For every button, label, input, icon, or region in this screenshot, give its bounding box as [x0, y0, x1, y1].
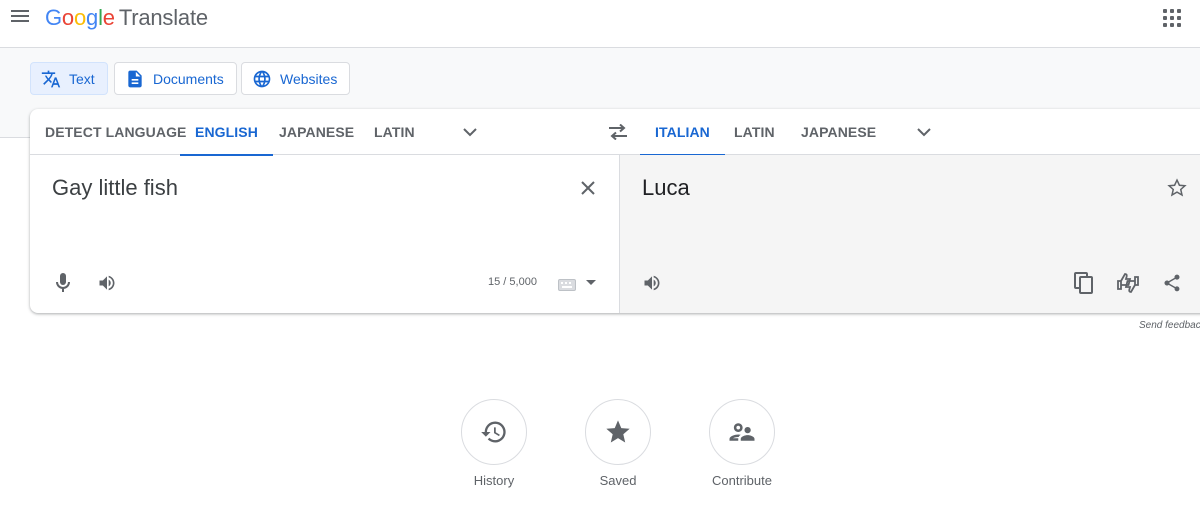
- input-tools-chevron-down-icon[interactable]: [579, 271, 603, 295]
- source-text-input[interactable]: Gay little fish: [52, 175, 178, 201]
- text-mode-button[interactable]: Text: [30, 62, 108, 95]
- copy-translation-icon[interactable]: [1072, 271, 1096, 295]
- text-mode-label: Text: [69, 70, 95, 87]
- websites-mode-button[interactable]: Websites: [241, 62, 351, 95]
- saved-button[interactable]: Saved: [568, 399, 668, 488]
- source-listen-speaker-icon[interactable]: [95, 271, 119, 295]
- tab-target-italian[interactable]: ITALIAN: [640, 109, 725, 156]
- logo-letter: o: [61, 5, 74, 30]
- keyboard-icon[interactable]: [555, 273, 579, 297]
- contribute-circle[interactable]: [709, 399, 775, 465]
- translation-output: Luca: [642, 175, 690, 200]
- character-count: 15 / 5,000: [488, 276, 537, 288]
- tab-target-japanese[interactable]: JAPANESE: [786, 109, 891, 155]
- logo-letter: G: [45, 5, 62, 30]
- star-icon: [606, 420, 630, 443]
- documents-mode-label: Documents: [153, 70, 224, 87]
- swap-languages-icon[interactable]: [606, 120, 630, 144]
- menu-icon[interactable]: [8, 4, 32, 28]
- tab-source-japanese[interactable]: JAPANESE: [264, 109, 369, 155]
- tab-target-latin[interactable]: LATIN: [719, 109, 790, 155]
- translation-card: DETECT LANGUAGE ENGLISH JAPANESE LATIN I…: [30, 109, 1200, 313]
- rate-translation-feedback-icon[interactable]: [1116, 271, 1140, 295]
- saved-circle[interactable]: [585, 399, 651, 465]
- history-icon: [481, 421, 506, 443]
- documents-mode-button[interactable]: Documents: [114, 62, 237, 95]
- save-translation-star-icon[interactable]: [1165, 176, 1189, 200]
- history-circle[interactable]: [461, 399, 527, 465]
- contribute-label: Contribute: [712, 473, 772, 488]
- microphone-icon[interactable]: [51, 271, 75, 295]
- globe-icon: [253, 70, 271, 87]
- people-icon: [729, 423, 755, 441]
- tab-source-english[interactable]: ENGLISH: [180, 109, 273, 156]
- translate-icon: [41, 70, 61, 87]
- saved-label: Saved: [599, 473, 637, 488]
- logo-letter: g: [86, 5, 99, 30]
- top-bar: Google Translate: [0, 0, 1200, 48]
- document-icon: [128, 70, 142, 87]
- target-listen-speaker-icon[interactable]: [640, 271, 664, 295]
- logo-letter: o: [73, 5, 87, 30]
- share-icon[interactable]: [1160, 271, 1184, 295]
- apps-grid-icon[interactable]: [1160, 6, 1184, 30]
- tab-detect-language[interactable]: DETECT LANGUAGE: [30, 109, 202, 155]
- product-name: Translate: [118, 5, 208, 30]
- target-more-languages-chevron-down-icon[interactable]: [912, 120, 936, 144]
- history-button[interactable]: History: [444, 399, 544, 488]
- contribute-button[interactable]: Contribute: [692, 399, 792, 488]
- source-pane: Gay little fish 15 / 5,000: [30, 155, 619, 313]
- target-pane: Luca: [619, 155, 1200, 313]
- logo-letter: e: [102, 5, 115, 30]
- clear-source-text-close-icon[interactable]: [576, 176, 600, 200]
- history-label: History: [473, 473, 515, 488]
- tab-source-latin[interactable]: LATIN: [359, 109, 430, 155]
- websites-mode-label: Websites: [280, 70, 338, 87]
- language-bar: DETECT LANGUAGE ENGLISH JAPANESE LATIN I…: [30, 109, 1200, 156]
- send-feedback-link[interactable]: Send feedback: [1139, 320, 1200, 331]
- source-more-languages-chevron-down-icon[interactable]: [458, 120, 482, 144]
- google-translate-logo[interactable]: Google Translate: [45, 5, 208, 31]
